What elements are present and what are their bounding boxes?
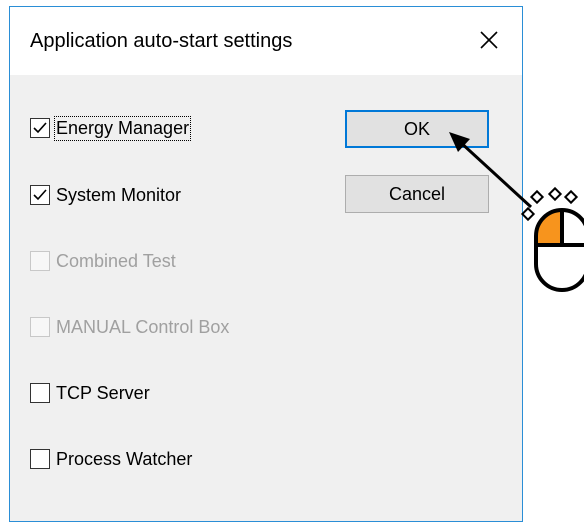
- checkbox-process-watcher[interactable]: Process Watcher: [30, 445, 192, 473]
- title-bar: Application auto-start settings: [10, 7, 522, 75]
- mouse-left-click-icon: [520, 186, 584, 292]
- checkbox-label: TCP Server: [56, 382, 150, 403]
- dialog-client-area: Energy Manager System Monitor Combined Tes…: [10, 75, 522, 521]
- checkmark-icon: [33, 122, 47, 134]
- cancel-button[interactable]: Cancel: [345, 175, 489, 213]
- checkbox-label: Process Watcher: [56, 448, 193, 469]
- close-button[interactable]: [474, 25, 504, 55]
- auto-start-settings-dialog: Application auto-start settings Energy M…: [9, 6, 523, 522]
- checkbox-box[interactable]: [30, 383, 50, 403]
- checkbox-label: MANUAL Control Box: [56, 316, 230, 337]
- ok-button[interactable]: OK: [345, 110, 489, 148]
- checkbox-system-monitor[interactable]: System Monitor: [30, 181, 181, 209]
- checkbox-label: Combined Test: [56, 250, 176, 271]
- checkbox-box[interactable]: [30, 118, 50, 138]
- close-icon: [480, 31, 498, 49]
- checkbox-energy-manager[interactable]: Energy Manager: [30, 114, 192, 142]
- checkbox-label: Energy Manager: [53, 115, 192, 141]
- checkbox-combined-test: Combined Test: [30, 247, 176, 275]
- checkbox-box[interactable]: [30, 449, 50, 469]
- checkbox-box: [30, 317, 50, 337]
- checkbox-box: [30, 251, 50, 271]
- checkbox-label: System Monitor: [56, 184, 182, 205]
- checkbox-manual-control-box: MANUAL Control Box: [30, 313, 229, 341]
- dialog-title: Application auto-start settings: [30, 30, 293, 52]
- checkbox-box[interactable]: [30, 185, 50, 205]
- checkmark-icon: [33, 189, 47, 201]
- checkbox-tcp-server[interactable]: TCP Server: [30, 379, 150, 407]
